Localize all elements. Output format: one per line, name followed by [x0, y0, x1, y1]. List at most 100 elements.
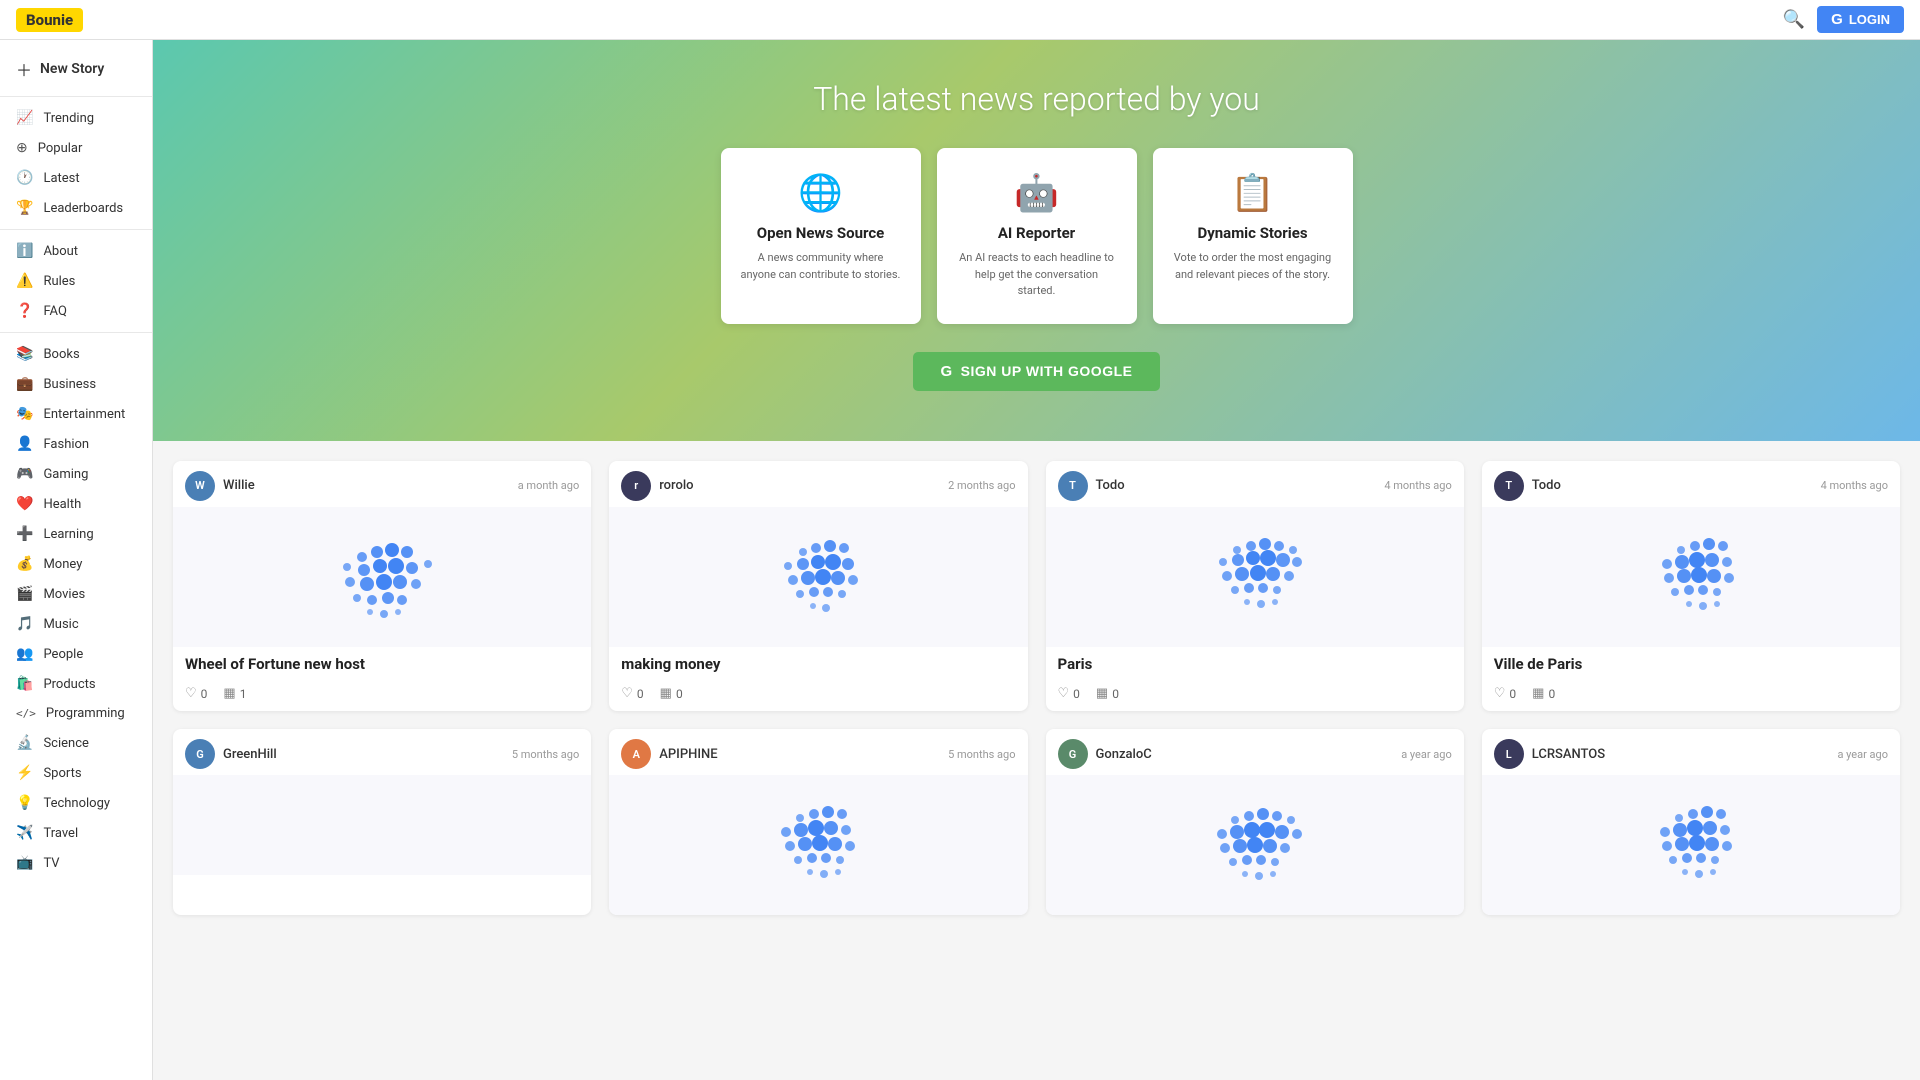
- sidebar-item-fashion[interactable]: 👤 Fashion: [0, 429, 152, 459]
- main-content: The latest news reported by you 🌐 Open N…: [153, 40, 1920, 1080]
- story-card-4[interactable]: T Todo 4 months ago: [1482, 461, 1900, 712]
- ai-reporter-desc: An AI reacts to each headline to help ge…: [957, 250, 1117, 300]
- story-image-5: [173, 775, 591, 875]
- stories-grid-row2: G GreenHill 5 months ago A APIPHINE: [173, 729, 1900, 915]
- story-title-2: making money: [609, 647, 1027, 681]
- author-name-4: Todo: [1532, 478, 1561, 493]
- music-icon: 🎵: [16, 616, 33, 632]
- story-footer-2: ♡ 0 ▦ 0: [609, 680, 1027, 711]
- sidebar-item-movies[interactable]: 🎬 Movies: [0, 579, 152, 609]
- story-comments-4: ▦ 0: [1532, 686, 1555, 701]
- divider-2: [0, 229, 152, 230]
- story-time-4: 4 months ago: [1821, 479, 1888, 492]
- story-image-7: [1046, 775, 1464, 915]
- sidebar-item-products[interactable]: 🛍️ Products: [0, 669, 152, 699]
- trending-icon: 📈: [16, 110, 33, 126]
- sidebar-item-business[interactable]: 💼 Business: [0, 369, 152, 399]
- story-comments-3: ▦ 0: [1096, 686, 1119, 701]
- sidebar-item-tv[interactable]: 📺 TV: [0, 848, 152, 878]
- avatar-todo-2: T: [1494, 471, 1524, 501]
- stories-grid-row1: W Willie a month ago: [173, 461, 1900, 712]
- sidebar-item-money[interactable]: 💰 Money: [0, 549, 152, 579]
- login-label: LOGIN: [1849, 12, 1890, 27]
- story-thumbnail-4: [1611, 522, 1771, 632]
- people-icon: 👥: [16, 646, 33, 662]
- open-news-title: Open News Source: [741, 224, 901, 242]
- story-time-5: 5 months ago: [512, 748, 579, 761]
- sidebar-label-fashion: Fashion: [43, 437, 89, 452]
- sidebar-item-sports[interactable]: ⚡ Sports: [0, 758, 152, 788]
- sidebar-label-about: About: [43, 244, 78, 259]
- story-card-2[interactable]: r rorolo 2 months ago: [609, 461, 1027, 712]
- sidebar-label-technology: Technology: [43, 796, 110, 811]
- signup-button[interactable]: G SIGN UP WITH GOOGLE: [913, 352, 1161, 391]
- story-card-7[interactable]: G GonzaloC a year ago: [1046, 729, 1464, 915]
- story-header-8: L LCRSANTOS a year ago: [1482, 729, 1900, 775]
- header: Bounie 🔍 G LOGIN: [0, 0, 1920, 40]
- sidebar-item-gaming[interactable]: 🎮 Gaming: [0, 459, 152, 489]
- sidebar-label-entertainment: Entertainment: [43, 407, 125, 422]
- header-right: 🔍 G LOGIN: [1783, 6, 1904, 33]
- story-footer-1: ♡ 0 ▦ 1: [173, 680, 591, 711]
- sidebar-item-about[interactable]: ℹ️ About: [0, 236, 152, 266]
- story-author-5: G GreenHill: [185, 739, 277, 769]
- ai-reporter-title: AI Reporter: [957, 224, 1117, 242]
- business-icon: 💼: [16, 376, 33, 392]
- sidebar-item-learning[interactable]: ➕ Learning: [0, 519, 152, 549]
- author-name-2: rorolo: [659, 478, 693, 493]
- sidebar-item-faq[interactable]: ❓ FAQ: [0, 296, 152, 326]
- story-time-2: 2 months ago: [948, 479, 1015, 492]
- sidebar-label-health: Health: [43, 497, 81, 512]
- sidebar-item-science[interactable]: 🔬 Science: [0, 728, 152, 758]
- story-card-6[interactable]: A APIPHINE 5 months ago: [609, 729, 1027, 915]
- story-header-6: A APIPHINE 5 months ago: [609, 729, 1027, 775]
- divider-1: [0, 96, 152, 97]
- sidebar-item-people[interactable]: 👥 People: [0, 639, 152, 669]
- sidebar-item-trending[interactable]: 📈 Trending: [0, 103, 152, 133]
- sidebar-label-products: Products: [43, 677, 95, 692]
- login-button[interactable]: G LOGIN: [1817, 6, 1904, 33]
- sidebar-item-travel[interactable]: ✈️ Travel: [0, 818, 152, 848]
- search-icon: 🔍: [1783, 9, 1805, 29]
- sidebar-item-technology[interactable]: 💡 Technology: [0, 788, 152, 818]
- sidebar-item-music[interactable]: 🎵 Music: [0, 609, 152, 639]
- comments-icon-2: ▦: [660, 686, 672, 701]
- story-card-5[interactable]: G GreenHill 5 months ago: [173, 729, 591, 915]
- new-story-button[interactable]: ＋ New Story: [0, 48, 152, 90]
- stories-section: W Willie a month ago: [153, 441, 1920, 936]
- story-likes-3: ♡ 0: [1058, 686, 1080, 701]
- story-header-7: G GonzaloC a year ago: [1046, 729, 1464, 775]
- sidebar-item-books[interactable]: 📚 Books: [0, 339, 152, 369]
- story-header-3: T Todo 4 months ago: [1046, 461, 1464, 507]
- hero-title: The latest news reported by you: [813, 80, 1260, 118]
- story-likes-1: ♡ 0: [185, 686, 207, 701]
- dynamic-stories-title: Dynamic Stories: [1173, 224, 1333, 242]
- sidebar-item-health[interactable]: ❤️ Health: [0, 489, 152, 519]
- faq-icon: ❓: [16, 303, 33, 319]
- science-icon: 🔬: [16, 735, 33, 751]
- sidebar-item-rules[interactable]: ⚠️ Rules: [0, 266, 152, 296]
- story-comments-2: ▦ 0: [660, 686, 683, 701]
- health-icon: ❤️: [16, 496, 33, 512]
- sidebar-item-entertainment[interactable]: 🎭 Entertainment: [0, 399, 152, 429]
- sidebar-label-rules: Rules: [43, 274, 75, 289]
- comments-count-3: 0: [1112, 687, 1119, 701]
- story-image-1: [173, 507, 591, 647]
- heart-icon-1: ♡: [185, 686, 197, 701]
- travel-icon: ✈️: [16, 825, 33, 841]
- sidebar-label-latest: Latest: [43, 171, 79, 186]
- search-button[interactable]: 🔍: [1783, 9, 1805, 30]
- story-card-3[interactable]: T Todo 4 months ago: [1046, 461, 1464, 712]
- avatar-rorolo: r: [621, 471, 651, 501]
- sidebar-item-latest[interactable]: 🕐 Latest: [0, 163, 152, 193]
- story-card-1[interactable]: W Willie a month ago: [173, 461, 591, 712]
- story-footer-4: ♡ 0 ▦ 0: [1482, 680, 1900, 711]
- sidebar-item-leaderboards[interactable]: 🏆 Leaderboards: [0, 193, 152, 223]
- sidebar-label-travel: Travel: [43, 826, 78, 841]
- money-icon: 💰: [16, 556, 33, 572]
- logo[interactable]: Bounie: [16, 8, 83, 32]
- sidebar-label-tv: TV: [43, 856, 59, 871]
- sidebar-item-popular[interactable]: ⊕ Popular: [0, 133, 152, 163]
- story-card-8[interactable]: L LCRSANTOS a year ago: [1482, 729, 1900, 915]
- sidebar-item-programming[interactable]: </> Programming: [0, 699, 152, 728]
